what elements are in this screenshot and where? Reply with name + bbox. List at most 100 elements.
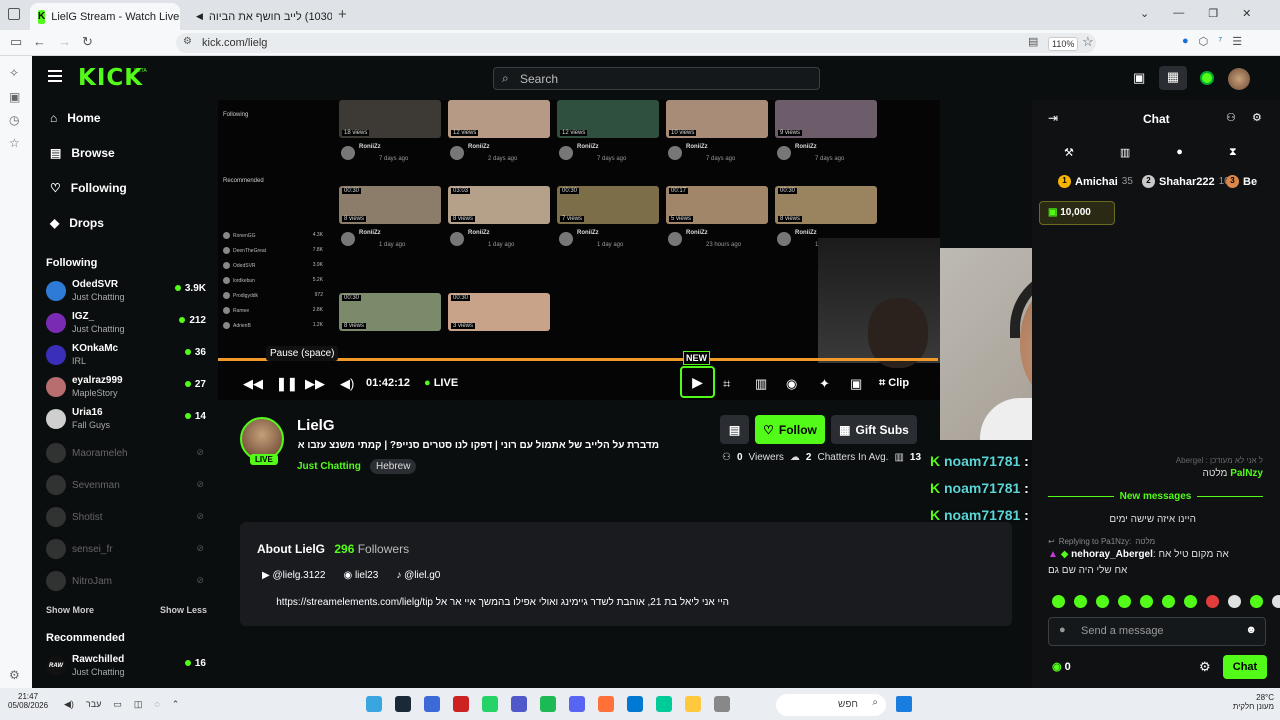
taskbar-app-icon[interactable] xyxy=(569,696,585,712)
hamburger-menu-icon[interactable] xyxy=(48,70,62,82)
taskbar-app-icon[interactable] xyxy=(453,696,469,712)
taskbar-app-icon[interactable] xyxy=(598,696,614,712)
video-thumbnail[interactable]: 00:30 8 views xyxy=(339,186,441,224)
language-tag[interactable]: Hebrew xyxy=(370,459,417,474)
offline-channel[interactable]: Sevenman ⊘ xyxy=(46,473,210,501)
trash-icon[interactable]: ▥ xyxy=(1120,146,1130,159)
following-channel[interactable]: eyalraz999 MapleStory 27 xyxy=(46,375,210,403)
emote-icon[interactable] xyxy=(1118,595,1131,608)
tiktok-link[interactable]: ♪ @liel.g0 xyxy=(396,570,440,581)
taskbar-app-icon[interactable] xyxy=(627,696,643,712)
taskbar-app-icon[interactable] xyxy=(714,696,730,712)
video-thumbnail[interactable]: 9 views xyxy=(775,100,877,138)
nav-drops[interactable]: ◆ Drops xyxy=(50,216,104,230)
site-info-icon[interactable]: ⚙ xyxy=(183,36,192,47)
chat-users-icon[interactable]: ⚇ xyxy=(1226,111,1236,124)
taskbar-search[interactable]: חפש ⌕ xyxy=(776,694,886,716)
emote-icon[interactable] xyxy=(1140,595,1153,608)
theatre-mode-icon[interactable]: ▣ xyxy=(1133,70,1145,86)
speed-icon[interactable]: ◉ xyxy=(786,376,797,392)
hammer-icon[interactable]: ⚒ xyxy=(1064,146,1074,159)
user-avatar[interactable] xyxy=(1228,68,1250,90)
back-icon[interactable]: ← xyxy=(33,34,46,49)
taskbar-app-icon[interactable] xyxy=(395,696,411,712)
forward-icon[interactable]: ▶▶ xyxy=(305,376,325,392)
up-arrow-icon[interactable]: ⌃ xyxy=(172,699,180,710)
copilot-icon[interactable]: ✧ xyxy=(9,66,19,80)
emote-icon[interactable] xyxy=(1162,595,1175,608)
tray[interactable]: ◀) עבר ▭ ◫ ◌ ⌃ xyxy=(64,699,179,710)
chat-input[interactable]: ● Send a message ☻ xyxy=(1048,617,1266,646)
favorites-icon[interactable]: ☆ xyxy=(9,136,20,150)
kick-balance[interactable]: ◉ 0 xyxy=(1052,660,1071,673)
chat-tray-icon[interactable]: ◌ xyxy=(154,699,159,710)
extension-icons[interactable]: ● ⬡ ⁷ ☰ xyxy=(1182,35,1242,48)
show-less-button[interactable]: Show Less xyxy=(160,605,207,615)
follow-button[interactable]: ♡ Follow xyxy=(755,415,825,444)
sparkle-icon[interactable]: ✦ xyxy=(819,376,830,392)
new-messages-banner[interactable]: New messages xyxy=(1048,491,1263,502)
kicks-goal[interactable]: ▣ 10,000 xyxy=(1039,201,1115,225)
emoji-icon[interactable]: ☻ xyxy=(1245,624,1257,636)
crop-icon[interactable]: ⌗ xyxy=(723,376,730,392)
new-tab-button[interactable]: + xyxy=(338,6,347,23)
collapse-chat-icon[interactable]: ⇥ xyxy=(1048,111,1058,125)
following-channel[interactable]: Uria16 Fall Guys 14 xyxy=(46,407,210,435)
pip-icon[interactable]: ▣ xyxy=(850,376,862,392)
taskbar-app-icon[interactable] xyxy=(424,696,440,712)
taskbar-app-icon[interactable] xyxy=(540,696,556,712)
emote-icon[interactable] xyxy=(1250,595,1263,608)
volume-icon[interactable]: ◀) xyxy=(340,376,354,392)
discord-link[interactable]: ◉ liel23 xyxy=(343,570,378,581)
camera-button-icon[interactable]: ▶ xyxy=(680,366,715,398)
emote-icon[interactable] xyxy=(1228,595,1241,608)
video-thumbnail[interactable]: 12 views xyxy=(448,100,550,138)
taskbar-app-icon[interactable] xyxy=(685,696,701,712)
video-thumbnail[interactable]: 00:30 7 views xyxy=(557,186,659,224)
forward-icon[interactable]: → xyxy=(58,34,71,49)
close-window-icon[interactable]: ✕ xyxy=(1242,7,1251,20)
chat-send-button[interactable]: Chat xyxy=(1223,655,1267,679)
minimize-icon[interactable]: — xyxy=(1173,7,1184,20)
layout-icon[interactable]: ▦ xyxy=(1159,66,1187,90)
offline-channel[interactable]: sensei_fr ⊘ xyxy=(46,537,210,565)
network-icon[interactable]: ◫ xyxy=(134,699,143,710)
video-thumbnail[interactable]: 00:30 8 views xyxy=(775,186,877,224)
video-thumbnail[interactable]: 00:30 8 views xyxy=(339,293,441,331)
tab-actions-icon[interactable] xyxy=(8,8,20,20)
hourglass-icon[interactable]: ⧗ xyxy=(1229,146,1237,159)
offline-channel[interactable]: Shotist ⊘ xyxy=(46,505,210,533)
offline-channel[interactable]: Maorameleh ⊘ xyxy=(46,441,210,469)
reading-view-icon[interactable]: ▤ xyxy=(1028,35,1038,48)
following-channel[interactable]: KOnkaMc IRL 36 xyxy=(46,343,210,371)
chat-gear-icon[interactable]: ⚙ xyxy=(1199,659,1211,675)
video-thumbnail[interactable]: 00:17 5 views xyxy=(666,186,768,224)
refresh-icon[interactable]: ↻ xyxy=(82,34,93,50)
zoom-level[interactable]: 110% xyxy=(1048,37,1079,51)
offline-channel[interactable]: NitroJam ⊘ xyxy=(46,569,210,597)
kick-coin-icon[interactable] xyxy=(1200,71,1214,85)
taskbar-app-icon[interactable] xyxy=(656,696,672,712)
following-channel[interactable]: IGZ_ Just Chatting 212 xyxy=(46,311,210,339)
extensions-icon[interactable]: ⬡ xyxy=(1199,35,1209,48)
video-thumbnail[interactable]: 10 views xyxy=(666,100,768,138)
clock[interactable]: 21:47 05/08/2026 xyxy=(8,692,48,710)
weather[interactable]: 28°C מעונן חלקית xyxy=(1218,693,1274,711)
recommended-channel[interactable]: RAW Rawchilled Just Chatting 16 xyxy=(46,654,210,682)
pause-icon[interactable]: ❚❚ xyxy=(276,376,298,392)
emote-icon[interactable] xyxy=(1206,595,1219,608)
translate-icon[interactable]: ⁷ xyxy=(1218,35,1222,48)
stats-icon[interactable]: ▥ xyxy=(755,376,767,392)
search-input[interactable]: ⌕ Search xyxy=(493,67,820,90)
favorite-star-icon[interactable]: ☆ xyxy=(1082,34,1094,50)
rewind-icon[interactable]: ◀◀ xyxy=(243,376,263,392)
speaker-icon[interactable]: ◀) xyxy=(64,699,74,710)
address-bar[interactable]: kick.com/lielg xyxy=(176,33,1096,53)
keyboard-icon[interactable]: ▭ xyxy=(113,699,122,710)
youtube-link[interactable]: ▶ @lielg.3122 xyxy=(262,570,325,581)
clip-button[interactable]: ⌗ Clip xyxy=(879,377,909,390)
collections-icon[interactable]: ▣ xyxy=(9,90,20,104)
video-thumbnail[interactable]: 12 views xyxy=(557,100,659,138)
emote-icon[interactable] xyxy=(1096,595,1109,608)
notify-button[interactable]: ▤ xyxy=(720,415,749,444)
